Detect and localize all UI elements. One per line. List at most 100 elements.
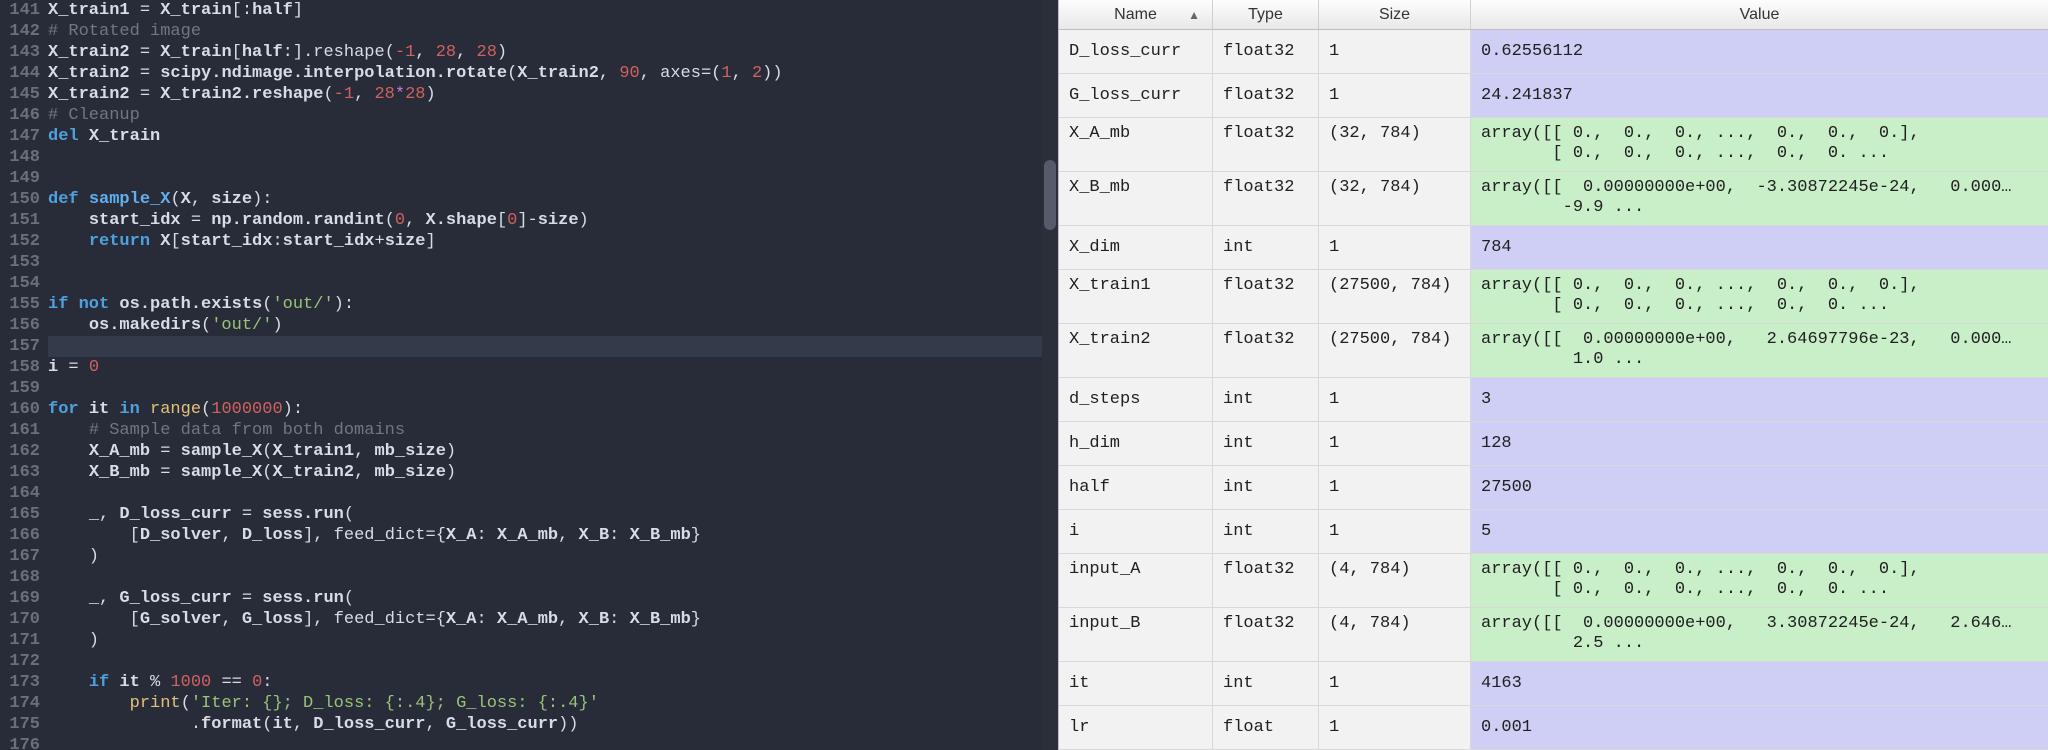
code-line[interactable]: 163 X_B_mb = sample_X(X_train2, mb_size) — [0, 462, 1058, 483]
cell-value[interactable]: 784 — [1471, 226, 2048, 269]
scrollbar-thumb[interactable] — [1044, 160, 1056, 230]
cell-value[interactable]: 5 — [1471, 510, 2048, 553]
table-row[interactable]: halfint127500 — [1059, 466, 2048, 510]
code-line[interactable]: 162 X_A_mb = sample_X(X_train1, mb_size) — [0, 441, 1058, 462]
table-row[interactable]: lrfloat10.001 — [1059, 706, 2048, 750]
code-line[interactable]: 160for it in range(1000000): — [0, 399, 1058, 420]
line-content[interactable]: X_train2 = X_train[half:].reshape(-1, 28… — [48, 42, 1058, 63]
code-line[interactable]: 147del X_train — [0, 126, 1058, 147]
cell-value[interactable]: array([[ 0., 0., 0., ..., 0., 0., 0.], [… — [1471, 554, 2048, 607]
line-content[interactable]: i = 0 — [48, 357, 1058, 378]
code-line[interactable]: 171 ) — [0, 630, 1058, 651]
line-content[interactable]: # Rotated image — [48, 21, 1058, 42]
code-line[interactable]: 167 ) — [0, 546, 1058, 567]
table-row[interactable]: input_Bfloat32(4, 784)array([[ 0.0000000… — [1059, 608, 2048, 662]
code-line[interactable]: 151 start_idx = np.random.randint(0, X.s… — [0, 210, 1058, 231]
code-line[interactable]: 170 [G_solver, G_loss], feed_dict={X_A: … — [0, 609, 1058, 630]
line-content[interactable]: .format(it, D_loss_curr, G_loss_curr)) — [48, 714, 1058, 735]
code-line[interactable]: 141X_train1 = X_train[:half] — [0, 0, 1058, 21]
cell-value[interactable]: 128 — [1471, 422, 2048, 465]
code-line[interactable]: 161 # Sample data from both domains — [0, 420, 1058, 441]
line-content[interactable] — [48, 378, 1058, 399]
line-content[interactable]: print('Iter: {}; D_loss: {:.4}; G_loss: … — [48, 693, 1058, 714]
cell-value[interactable]: array([[ 0., 0., 0., ..., 0., 0., 0.], [… — [1471, 118, 2048, 171]
line-content[interactable] — [48, 273, 1058, 294]
line-content[interactable]: del X_train — [48, 126, 1058, 147]
line-content[interactable]: X_B_mb = sample_X(X_train2, mb_size) — [48, 462, 1058, 483]
editor-scrollbar[interactable] — [1042, 0, 1058, 750]
code-line[interactable]: 152 return X[start_idx:start_idx+size] — [0, 231, 1058, 252]
table-row[interactable]: X_train1float32(27500, 784)array([[ 0., … — [1059, 270, 2048, 324]
cell-value[interactable]: 0.62556112 — [1471, 30, 2048, 73]
line-content[interactable]: if it % 1000 == 0: — [48, 672, 1058, 693]
code-line[interactable]: 154 — [0, 273, 1058, 294]
table-row[interactable]: h_dimint1128 — [1059, 422, 2048, 466]
code-line[interactable]: 169 _, G_loss_curr = sess.run( — [0, 588, 1058, 609]
code-line[interactable]: 153 — [0, 252, 1058, 273]
cell-value[interactable]: array([[ 0.00000000e+00, 3.30872245e-24,… — [1471, 608, 2048, 661]
line-content[interactable]: X_A_mb = sample_X(X_train1, mb_size) — [48, 441, 1058, 462]
code-line[interactable]: 168 — [0, 567, 1058, 588]
code-line[interactable]: 159 — [0, 378, 1058, 399]
line-content[interactable]: # Sample data from both domains — [48, 420, 1058, 441]
cell-value[interactable]: 24.241837 — [1471, 74, 2048, 117]
line-content[interactable] — [48, 252, 1058, 273]
line-content[interactable]: X_train2 = X_train2.reshape(-1, 28*28) — [48, 84, 1058, 105]
code-line[interactable]: 157 — [0, 336, 1058, 357]
cell-value[interactable]: array([[ 0.00000000e+00, -3.30872245e-24… — [1471, 172, 2048, 225]
cell-value[interactable]: array([[ 0., 0., 0., ..., 0., 0., 0.], [… — [1471, 270, 2048, 323]
line-content[interactable]: for it in range(1000000): — [48, 399, 1058, 420]
line-content[interactable] — [48, 567, 1058, 588]
table-row[interactable]: X_dimint1784 — [1059, 226, 2048, 270]
code-line[interactable]: 173 if it % 1000 == 0: — [0, 672, 1058, 693]
code-line[interactable]: 172 — [0, 651, 1058, 672]
line-content[interactable]: def sample_X(X, size): — [48, 189, 1058, 210]
cell-value[interactable]: 4163 — [1471, 662, 2048, 705]
line-content[interactable] — [48, 147, 1058, 168]
code-line[interactable]: 158i = 0 — [0, 357, 1058, 378]
line-content[interactable]: ) — [48, 546, 1058, 567]
code-line[interactable]: 146# Cleanup — [0, 105, 1058, 126]
line-content[interactable]: # Cleanup — [48, 105, 1058, 126]
line-content[interactable]: if not os.path.exists('out/'): — [48, 294, 1058, 315]
code-line[interactable]: 164 — [0, 483, 1058, 504]
cell-value[interactable]: 27500 — [1471, 466, 2048, 509]
line-content[interactable]: [G_solver, G_loss], feed_dict={X_A: X_A_… — [48, 609, 1058, 630]
line-content[interactable] — [48, 735, 1058, 750]
table-row[interactable]: d_stepsint13 — [1059, 378, 2048, 422]
table-row[interactable]: X_A_mbfloat32(32, 784)array([[ 0., 0., 0… — [1059, 118, 2048, 172]
table-row[interactable]: X_B_mbfloat32(32, 784)array([[ 0.0000000… — [1059, 172, 2048, 226]
header-size[interactable]: Size — [1319, 0, 1471, 29]
code-line[interactable]: 156 os.makedirs('out/') — [0, 315, 1058, 336]
table-row[interactable]: itint14163 — [1059, 662, 2048, 706]
cell-value[interactable]: array([[ 0.00000000e+00, 2.64697796e-23,… — [1471, 324, 2048, 377]
table-row[interactable]: iint15 — [1059, 510, 2048, 554]
code-line[interactable]: 150def sample_X(X, size): — [0, 189, 1058, 210]
code-line[interactable]: 148 — [0, 147, 1058, 168]
line-content[interactable] — [48, 168, 1058, 189]
header-value[interactable]: Value — [1471, 0, 2048, 29]
line-content[interactable]: [D_solver, D_loss], feed_dict={X_A: X_A_… — [48, 525, 1058, 546]
line-content[interactable] — [48, 336, 1058, 357]
table-row[interactable]: D_loss_currfloat3210.62556112 — [1059, 30, 2048, 74]
table-row[interactable]: X_train2float32(27500, 784)array([[ 0.00… — [1059, 324, 2048, 378]
line-content[interactable]: X_train2 = scipy.ndimage.interpolation.r… — [48, 63, 1058, 84]
code-line[interactable]: 155if not os.path.exists('out/'): — [0, 294, 1058, 315]
code-line[interactable]: 174 print('Iter: {}; D_loss: {:.4}; G_lo… — [0, 693, 1058, 714]
table-row[interactable]: input_Afloat32(4, 784)array([[ 0., 0., 0… — [1059, 554, 2048, 608]
cell-value[interactable]: 3 — [1471, 378, 2048, 421]
code-line[interactable]: 144X_train2 = scipy.ndimage.interpolatio… — [0, 63, 1058, 84]
code-editor[interactable]: 141X_train1 = X_train[:half]142# Rotated… — [0, 0, 1058, 750]
line-content[interactable] — [48, 651, 1058, 672]
header-type[interactable]: Type — [1213, 0, 1319, 29]
line-content[interactable]: os.makedirs('out/') — [48, 315, 1058, 336]
line-content[interactable]: return X[start_idx:start_idx+size] — [48, 231, 1058, 252]
code-line[interactable]: 145X_train2 = X_train2.reshape(-1, 28*28… — [0, 84, 1058, 105]
line-content[interactable]: _, D_loss_curr = sess.run( — [48, 504, 1058, 525]
code-line[interactable]: 176 — [0, 735, 1058, 750]
table-row[interactable]: G_loss_currfloat32124.241837 — [1059, 74, 2048, 118]
code-line[interactable]: 143X_train2 = X_train[half:].reshape(-1,… — [0, 42, 1058, 63]
code-line[interactable]: 175 .format(it, D_loss_curr, G_loss_curr… — [0, 714, 1058, 735]
line-content[interactable]: X_train1 = X_train[:half] — [48, 0, 1058, 21]
line-content[interactable]: start_idx = np.random.randint(0, X.shape… — [48, 210, 1058, 231]
